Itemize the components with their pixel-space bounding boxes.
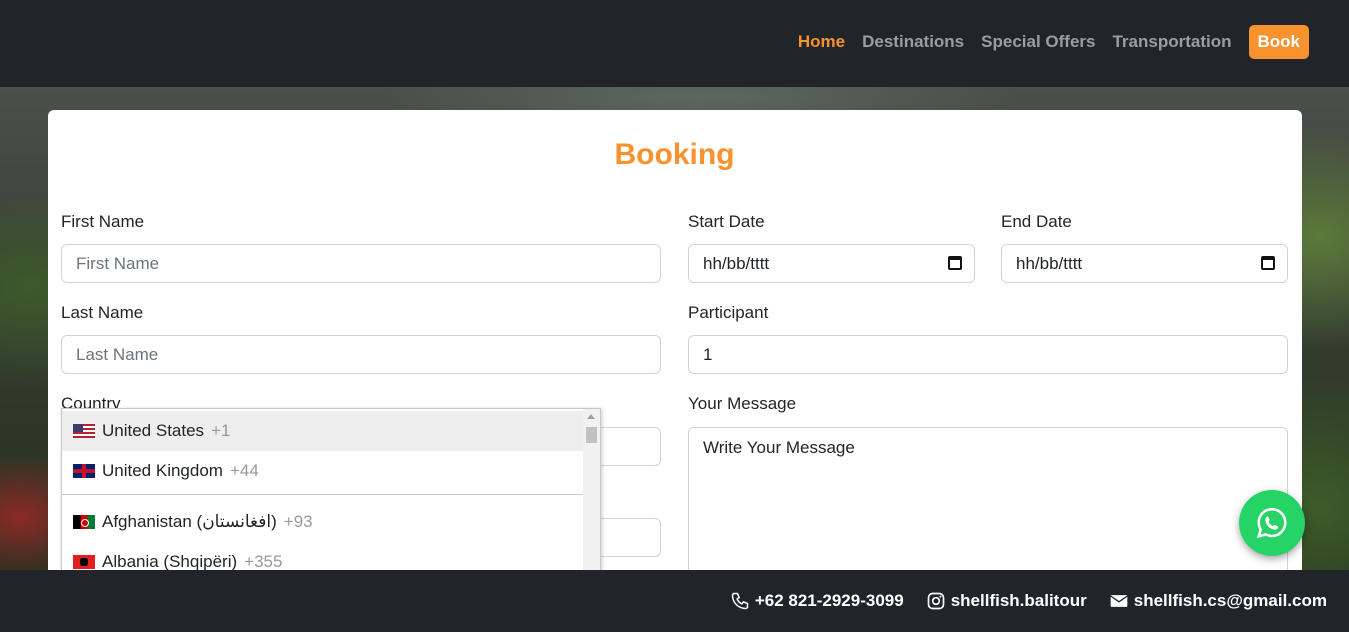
nav-book-button[interactable]: Book: [1248, 25, 1309, 59]
booking-title: Booking: [614, 138, 735, 171]
last-name-input[interactable]: Last Name: [61, 335, 661, 374]
footer-phone[interactable]: +62 821-2929-3099: [730, 591, 904, 611]
footer-email-text: shellfish.cs@gmail.com: [1133, 591, 1327, 610]
envelope-icon: [1110, 595, 1128, 607]
us-flag-icon: [73, 424, 95, 438]
footer-instagram[interactable]: shellfish.balitour: [926, 591, 1087, 611]
af-flag-icon: [73, 515, 95, 529]
footer-instagram-text: shellfish.balitour: [950, 591, 1087, 610]
footer-email[interactable]: shellfish.cs@gmail.com: [1109, 591, 1327, 611]
whatsapp-button[interactable]: [1239, 490, 1305, 556]
dial-code: +93: [283, 512, 313, 531]
country-name: United Kingdom: [102, 461, 223, 480]
end-date-input[interactable]: hh/bb/tttt: [1001, 244, 1288, 283]
uk-flag-icon: [73, 464, 95, 478]
country-name: United States: [102, 421, 205, 440]
dropdown-scrollbar[interactable]: [583, 409, 600, 577]
country-option-united-states[interactable]: United States +1: [62, 411, 584, 451]
nav-destinations-link[interactable]: Destinations: [862, 32, 964, 52]
start-date-value: hh/bb/tttt: [703, 254, 770, 273]
dropdown-divider: [62, 494, 584, 495]
country-option-united-kingdom[interactable]: United Kingdom +44: [62, 451, 584, 491]
message-placeholder: Write Your Message: [703, 438, 855, 457]
participant-input[interactable]: 1: [688, 335, 1288, 374]
nav-home-link[interactable]: Home: [798, 32, 845, 52]
start-date-label: Start Date: [688, 212, 765, 231]
footer-phone-text: +62 821-2929-3099: [754, 591, 904, 610]
message-label: Your Message: [688, 394, 797, 413]
country-name: Albania (Shqipëri): [102, 552, 238, 571]
al-flag-icon: [73, 555, 95, 569]
nav-transportation-link[interactable]: Transportation: [1112, 32, 1231, 52]
dial-code: +355: [244, 552, 283, 571]
first-name-label: First Name: [61, 212, 145, 231]
country-name: Afghanistan (‫افغانستان‬‎): [102, 512, 277, 531]
phone-icon: [731, 592, 749, 610]
top-navbar: Home Destinations Special Offers Transpo…: [0, 0, 1349, 87]
footer: +62 821-2929-3099 shellfish.balitour she…: [0, 570, 1349, 632]
start-date-input[interactable]: hh/bb/tttt: [688, 244, 975, 283]
country-option-afghanistan[interactable]: Afghanistan (‫افغانستان‬‎) +93: [62, 502, 584, 542]
scrollbar-thumb[interactable]: [586, 427, 597, 443]
scroll-up-arrow-icon[interactable]: [587, 414, 595, 419]
whatsapp-icon: [1256, 507, 1287, 539]
last-name-label: Last Name: [61, 303, 144, 322]
nav-special-offers-link[interactable]: Special Offers: [981, 32, 1095, 52]
country-dropdown[interactable]: United States +1 United Kingdom +44 Afgh…: [61, 408, 601, 578]
end-date-label: End Date: [1001, 212, 1072, 231]
end-date-value: hh/bb/tttt: [1016, 254, 1083, 273]
nav-links: Home Destinations Special Offers Transpo…: [781, 25, 1309, 59]
dial-code: +44: [229, 461, 259, 480]
first-name-input[interactable]: First Name: [61, 244, 661, 283]
calendar-icon[interactable]: [948, 256, 962, 270]
calendar-icon[interactable]: [1261, 256, 1275, 270]
message-textarea[interactable]: Write Your Message: [688, 427, 1288, 577]
participant-label: Participant: [688, 303, 769, 322]
dial-code: +1: [211, 421, 231, 440]
instagram-icon: [927, 592, 945, 610]
